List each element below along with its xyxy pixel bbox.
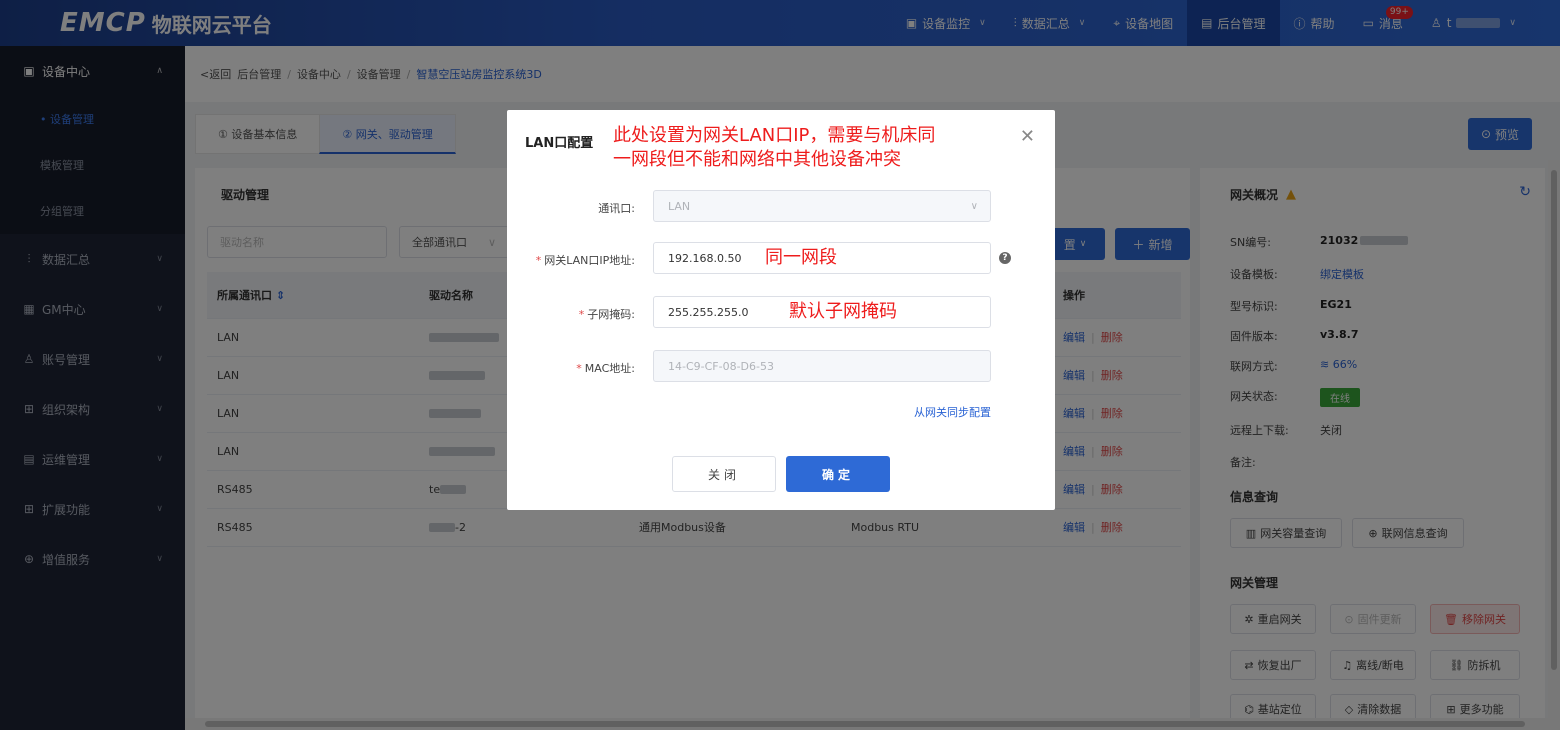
annotation-line: 此处设置为网关LAN口IP，需要与机床同	[613, 125, 936, 146]
mac-value: 14-C9-CF-08-D6-53	[668, 359, 774, 373]
port-label: 通讯口:	[598, 202, 635, 215]
mac-address-input: 14-C9-CF-08-D6-53	[653, 350, 991, 382]
confirm-button[interactable]: 确定	[786, 456, 890, 492]
close-icon[interactable]: ✕	[1020, 126, 1035, 147]
ip-label: * 网关LAN口IP地址:	[535, 254, 635, 267]
close-button[interactable]: 关闭	[672, 456, 776, 492]
mask-annotation: 默认子网掩码	[789, 301, 897, 322]
ip-value: 192.168.0.50	[668, 251, 742, 265]
mac-label: * MAC地址:	[576, 362, 635, 375]
chevron-down-icon: ∨	[970, 200, 978, 212]
lan-config-dialog: LAN口配置 此处设置为网关LAN口IP，需要与机床同 一网段但不能和网络中其他…	[507, 110, 1055, 510]
port-select: LAN ∨	[653, 190, 991, 222]
help-icon[interactable]: ?	[999, 252, 1011, 264]
ip-annotation: 同一网段	[765, 247, 837, 268]
annotation-line: 一网段但不能和网络中其他设备冲突	[613, 149, 901, 170]
annotation-note: 此处设置为网关LAN口IP，需要与机床同 一网段但不能和网络中其他设备冲突	[613, 124, 1013, 172]
dialog-title: LAN口配置	[525, 136, 594, 151]
port-value: LAN	[668, 199, 691, 213]
sync-config-link[interactable]: 从网关同步配置	[914, 404, 991, 420]
mask-label: * 子网掩码:	[578, 308, 635, 321]
mask-value: 255.255.255.0	[668, 305, 749, 319]
